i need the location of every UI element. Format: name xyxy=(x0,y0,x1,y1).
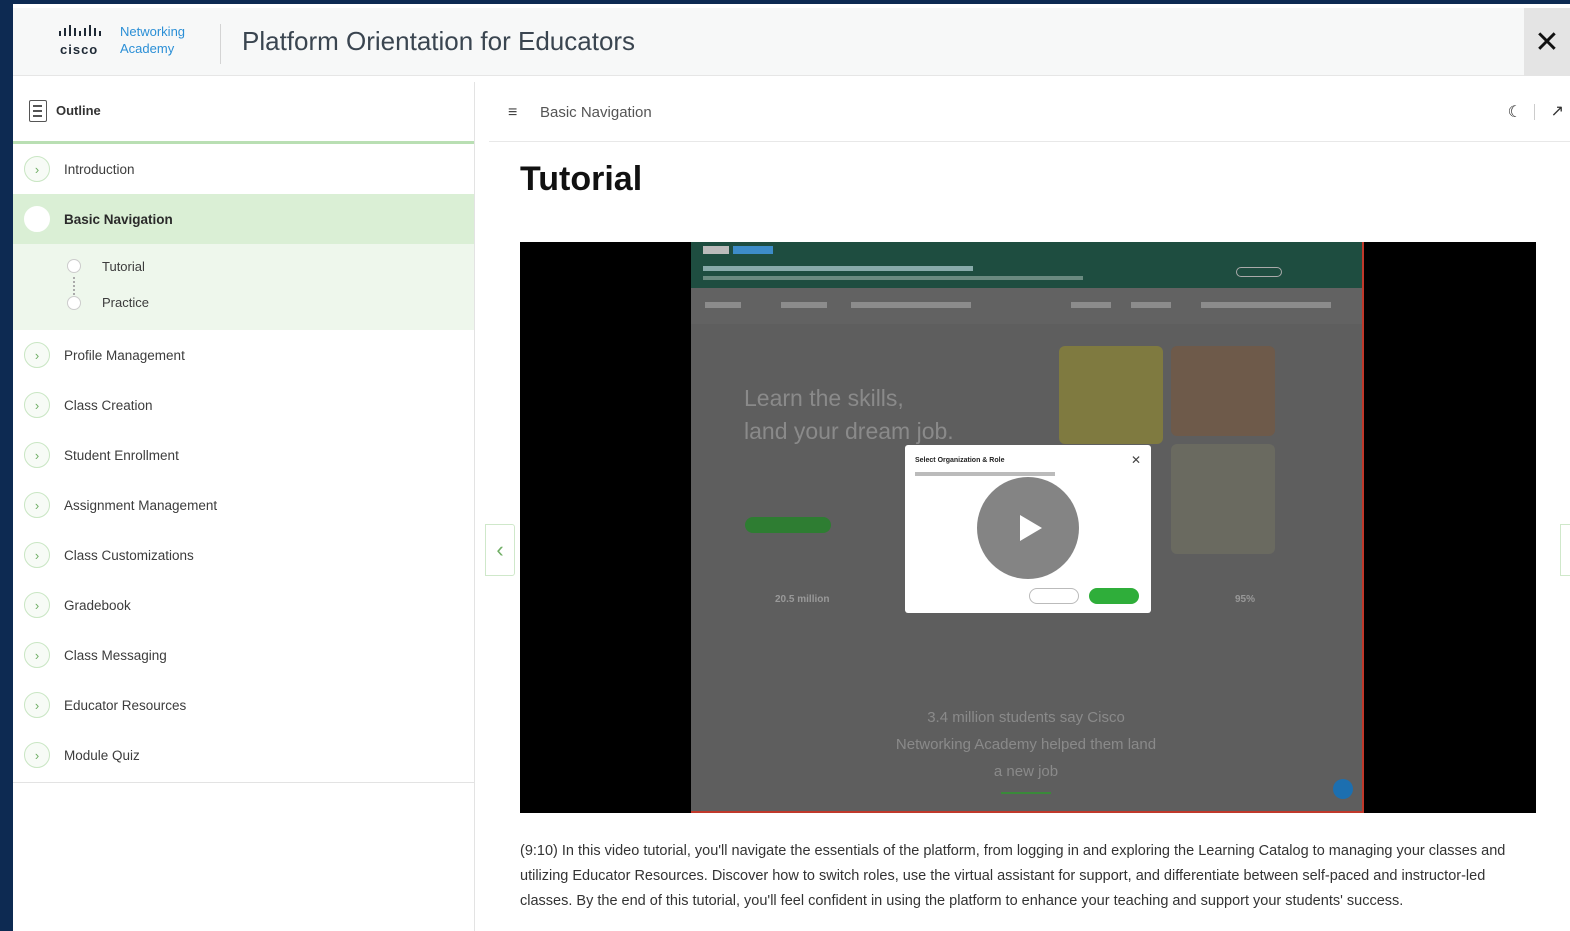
progress-dot-icon xyxy=(67,259,81,273)
thumbnail-stat: 95% xyxy=(1235,594,1256,605)
chevron-right-icon: › xyxy=(24,442,50,468)
app-header: cisco Networking Academy Platform Orient… xyxy=(13,8,1570,76)
subitem-practice[interactable]: Practice xyxy=(102,295,149,310)
previous-page-button[interactable]: ‹ xyxy=(485,524,515,576)
sidebar-item-class-creation[interactable]: › Class Creation xyxy=(13,380,474,430)
progress-circle-icon xyxy=(24,206,50,232)
video-description: (9:10) In this video tutorial, you'll na… xyxy=(520,843,1506,909)
menu-collapse-icon[interactable]: ≡ xyxy=(508,104,517,122)
basic-navigation-subsections: Tutorial Practice xyxy=(13,244,474,330)
thumbnail-photo xyxy=(1171,444,1275,554)
sidebar-divider xyxy=(13,782,475,783)
header-divider xyxy=(220,24,221,64)
app-frame: cisco Networking Academy Platform Orient… xyxy=(13,0,1570,931)
close-button[interactable]: ✕ xyxy=(1524,8,1570,76)
thumbnail-photo xyxy=(1059,346,1163,444)
sidebar-item-class-customizations[interactable]: › Class Customizations xyxy=(13,530,474,580)
chevron-right-icon: › xyxy=(24,742,50,768)
chevron-right-icon: › xyxy=(24,542,50,568)
cisco-logo-icon xyxy=(59,25,101,36)
sidebar-item-profile-management[interactable]: › Profile Management xyxy=(13,330,474,380)
sidebar-item-label: Profile Management xyxy=(64,347,185,363)
sidebar-item-label: Class Customizations xyxy=(64,547,194,563)
main-content: ≡ Basic Navigation ☾ ↗ Tutorial ‹ Learn … xyxy=(485,82,1570,931)
chevron-right-icon: › xyxy=(24,492,50,518)
logo-networking-text: Networking xyxy=(120,24,186,39)
thumbnail-cta xyxy=(745,517,831,533)
toolbar-divider xyxy=(1534,104,1535,120)
chevron-right-icon: › xyxy=(24,642,50,668)
video-player[interactable]: Learn the skills, land your dream job. 2… xyxy=(520,242,1536,813)
chevron-right-icon: › xyxy=(24,392,50,418)
logo-cisco-text: cisco xyxy=(60,42,99,57)
sidebar-item-label: Module Quiz xyxy=(64,747,140,763)
sidebar-item-introduction[interactable]: › Introduction xyxy=(13,144,474,194)
sidebar-item-label: Student Enrollment xyxy=(64,447,179,463)
sidebar-item-label: Introduction xyxy=(64,161,135,177)
chevron-left-icon: ‹ xyxy=(496,537,504,562)
play-button[interactable] xyxy=(977,477,1079,579)
outline-label: Outline xyxy=(56,103,101,118)
sidebar-item-label: Class Messaging xyxy=(64,647,167,663)
content-toolbar: ≡ Basic Navigation ☾ ↗ xyxy=(489,82,1570,142)
close-icon: ✕ xyxy=(1534,25,1560,59)
thumbnail-quote: 3.4 million students say Cisco Networkin… xyxy=(895,709,1157,780)
progress-dot-icon xyxy=(67,296,81,310)
course-title: Platform Orientation for Educators xyxy=(242,26,636,56)
sidebar-item-assignment-management[interactable]: › Assignment Management xyxy=(13,480,474,530)
thumbnail-banner xyxy=(691,242,1362,288)
thumbnail-hero-line2: land your dream job. xyxy=(744,418,954,444)
sidebar-item-class-messaging[interactable]: › Class Messaging xyxy=(13,630,474,680)
sidebar-item-label: Gradebook xyxy=(64,597,131,613)
sidebar-item-label: Assignment Management xyxy=(64,497,218,513)
outline-header: Outline xyxy=(13,82,474,144)
chevron-right-icon: › xyxy=(24,342,50,368)
close-icon: ✕ xyxy=(1130,453,1141,467)
sidebar-item-gradebook[interactable]: › Gradebook xyxy=(13,580,474,630)
thumbnail-accent-line xyxy=(1001,792,1051,794)
expand-icon[interactable]: ↗ xyxy=(1551,101,1564,121)
page-title: Tutorial xyxy=(520,160,643,198)
subitem-tutorial[interactable]: Tutorial xyxy=(102,259,145,274)
play-icon xyxy=(1020,515,1042,541)
sidebar-item-basic-navigation[interactable]: Basic Navigation xyxy=(13,194,474,244)
chat-icon xyxy=(1333,779,1353,799)
thumbnail-nav xyxy=(691,288,1362,324)
next-page-button[interactable] xyxy=(1560,524,1570,576)
sidebar-item-educator-resources[interactable]: › Educator Resources xyxy=(13,680,474,730)
chevron-right-icon: › xyxy=(24,692,50,718)
outline-icon xyxy=(29,100,47,122)
chevron-right-icon: › xyxy=(24,156,50,182)
sidebar-item-label: Basic Navigation xyxy=(64,211,173,227)
outline-sidebar: Outline › Introduction Basic Navigation … xyxy=(13,82,475,931)
sidebar-item-label: Educator Resources xyxy=(64,697,187,713)
thumbnail-photo xyxy=(1171,346,1275,436)
dark-mode-icon[interactable]: ☾ xyxy=(1508,102,1522,122)
sidebar-item-label: Class Creation xyxy=(64,397,153,413)
thumbnail-hero-line1: Learn the skills, xyxy=(744,385,904,411)
sidebar-item-module-quiz[interactable]: › Module Quiz xyxy=(13,730,474,780)
thumbnail-modal-title: Select Organization & Role xyxy=(915,457,1005,464)
cisco-logo: cisco Networking Academy xyxy=(58,22,208,62)
breadcrumb: Basic Navigation xyxy=(540,104,652,121)
chevron-right-icon: › xyxy=(24,592,50,618)
sidebar-item-student-enrollment[interactable]: › Student Enrollment xyxy=(13,430,474,480)
logo-academy-text: Academy xyxy=(120,41,175,56)
thumbnail-stat: 20.5 million xyxy=(775,594,830,605)
